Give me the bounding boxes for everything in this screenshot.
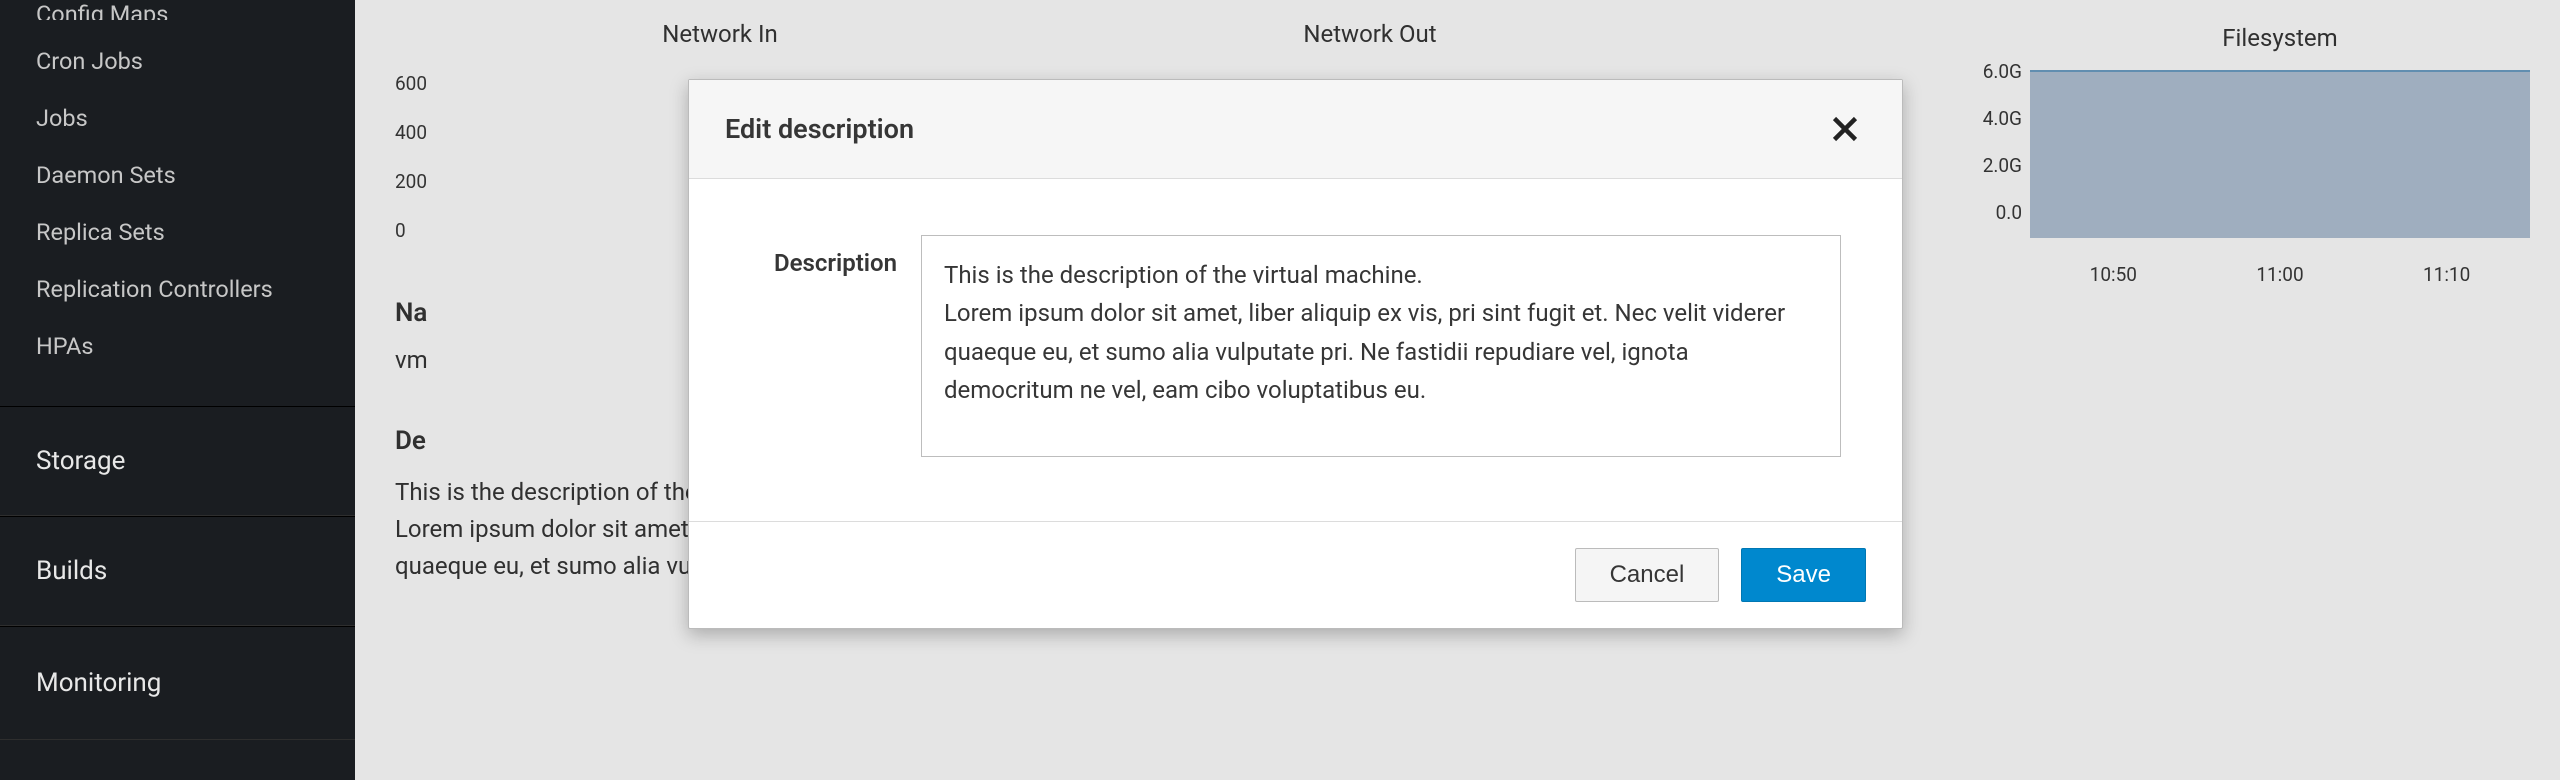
modal-header: Edit description <box>689 80 1902 179</box>
description-textarea[interactable] <box>921 235 1841 457</box>
sidebar-item-config-maps[interactable]: Config Maps <box>0 0 355 20</box>
modal-footer: Cancel Save <box>689 521 1902 628</box>
sidebar-item-daemon-sets[interactable]: Daemon Sets <box>0 146 355 203</box>
sidebar-item-hpas[interactable]: HPAs <box>0 317 355 374</box>
sidebar-item-jobs[interactable]: Jobs <box>0 89 355 146</box>
sidebar-section-monitoring-label: Monitoring <box>0 627 355 739</box>
sidebar-section-monitoring[interactable]: Monitoring <box>0 626 355 740</box>
sidebar-item-replication-controllers[interactable]: Replication Controllers <box>0 260 355 317</box>
sidebar-section-builds[interactable]: Builds <box>0 516 355 626</box>
edit-description-modal: Edit description Description Cancel Save <box>688 79 1903 629</box>
description-field-label: Description <box>741 235 897 277</box>
workloads-sublist: Config Maps Cron Jobs Jobs Daemon Sets R… <box>0 0 355 406</box>
sidebar-section-storage[interactable]: Storage <box>0 406 355 516</box>
modal-body: Description <box>689 179 1902 521</box>
save-button[interactable]: Save <box>1741 548 1866 602</box>
sidebar: Config Maps Cron Jobs Jobs Daemon Sets R… <box>0 0 355 780</box>
sidebar-section-storage-label: Storage <box>0 407 355 515</box>
cancel-button[interactable]: Cancel <box>1575 548 1720 602</box>
sidebar-item-replica-sets[interactable]: Replica Sets <box>0 203 355 260</box>
sidebar-item-cron-jobs[interactable]: Cron Jobs <box>0 32 355 89</box>
modal-title: Edit description <box>725 113 914 145</box>
close-icon[interactable] <box>1824 108 1866 150</box>
sidebar-section-builds-label: Builds <box>0 517 355 625</box>
